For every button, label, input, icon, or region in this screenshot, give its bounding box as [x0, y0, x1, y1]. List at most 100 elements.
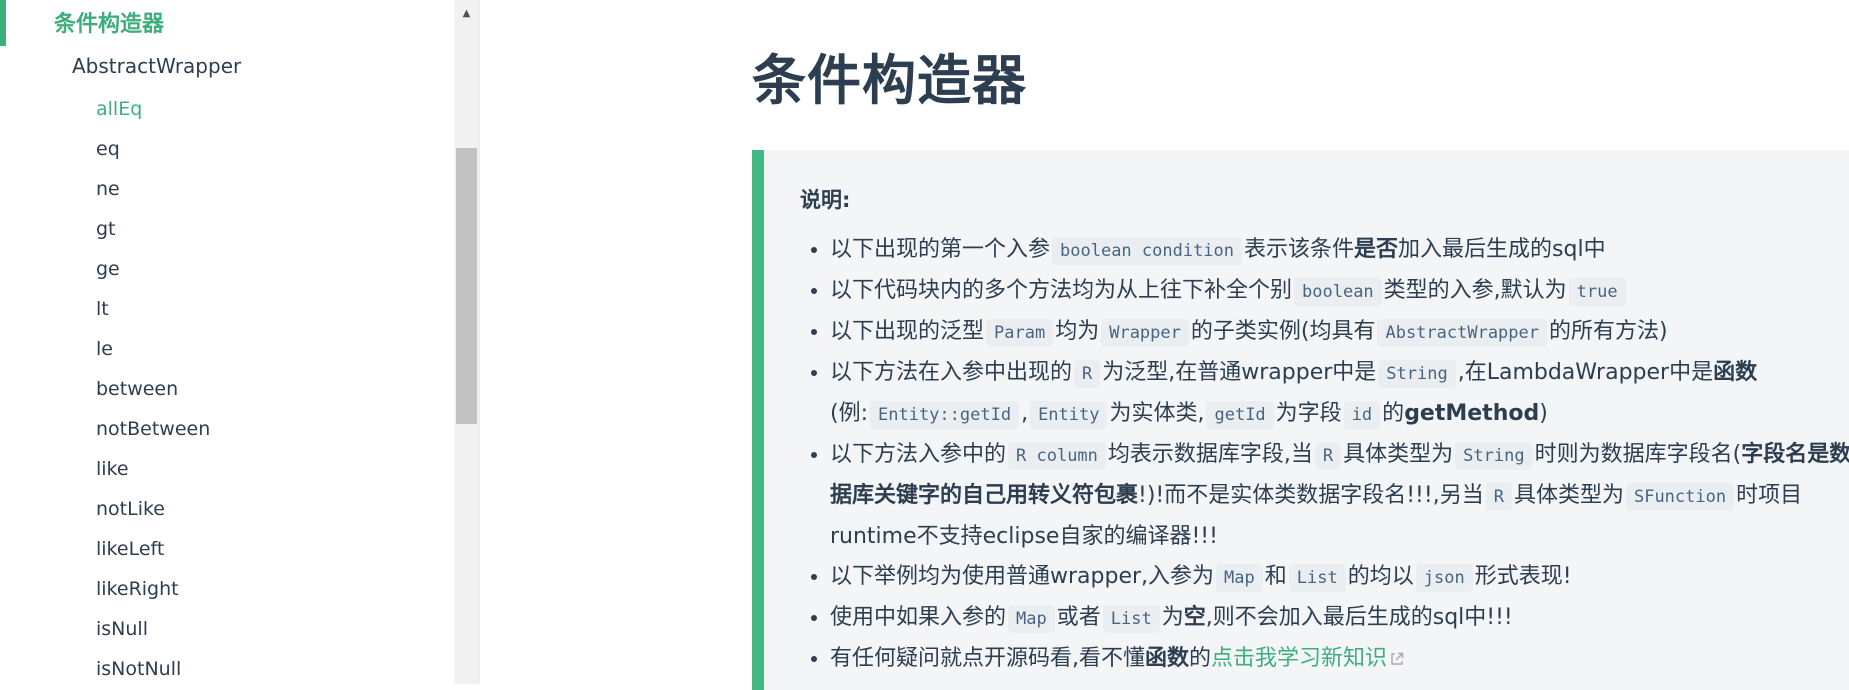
- text: 类型的入参,默认为: [1383, 278, 1567, 303]
- text: ,: [1021, 401, 1029, 426]
- page-title: 条件构造器: [752, 49, 1027, 112]
- list-item: 以下举例均为使用普通wrapper,入参为Map和List的均以json形式表现…: [830, 557, 1849, 598]
- strong-text: 空: [1183, 605, 1206, 630]
- sidebar-item-alleq[interactable]: allEq: [96, 92, 210, 132]
- text: 以下代码块内的多个方法均为从上往下补全个别: [830, 278, 1293, 303]
- list-item: 使用中如果入参的Map或者List为空,则不会加入最后生成的sql中!!!: [830, 598, 1849, 639]
- text: !)!而不是实体类数据字段名!!!,另当: [1138, 483, 1484, 508]
- tip-block: 说明: 以下出现的第一个入参boolean condition表示该条件是否加入…: [752, 150, 1849, 690]
- strong-text: 函数: [1145, 646, 1190, 671]
- list-item: 以下方法入参中的R column均表示数据库字段,当R具体类型为String时则…: [830, 435, 1849, 557]
- text: 表示该条件: [1244, 237, 1355, 262]
- tip-heading: 说明:: [800, 188, 851, 212]
- inline-code: Wrapper: [1101, 319, 1189, 347]
- text: 以下方法入参中的: [830, 442, 1007, 467]
- text: 具体类型为: [1343, 442, 1454, 467]
- text: 为: [1161, 605, 1184, 630]
- text: 均为: [1055, 319, 1100, 344]
- text: 以下举例均为使用普通wrapper,入参为: [830, 564, 1215, 589]
- scroll-up-button[interactable]: ▲: [454, 0, 479, 26]
- inline-code: String: [1378, 360, 1456, 388]
- text: 的子类实例(均具有: [1190, 319, 1376, 344]
- list-item: 以下方法在入参中出现的R为泛型,在普通wrapper中是String,在Lamb…: [830, 353, 1849, 435]
- inline-code: boolean condition: [1052, 237, 1243, 265]
- sidebar-item-ge[interactable]: ge: [96, 252, 210, 292]
- sidebar-item-isnotnull[interactable]: isNotNull: [96, 652, 210, 684]
- triangle-up-icon: ▲: [462, 7, 471, 19]
- text: 的: [1189, 646, 1212, 671]
- sidebar-item-isnull[interactable]: isNull: [96, 612, 210, 652]
- text: ,则不会加入最后生成的sql中!!!: [1205, 605, 1513, 630]
- inline-code: List: [1288, 564, 1346, 592]
- text: 以下方法在入参中出现的: [830, 360, 1073, 385]
- inline-code: Map: [1008, 605, 1055, 633]
- sidebar-item-notbetween[interactable]: notBetween: [96, 412, 210, 452]
- text: 均表示数据库字段,当: [1107, 442, 1313, 467]
- inline-code: Param: [986, 319, 1054, 347]
- sidebar: 条件构造器 AbstractWrapper allEq eq ne gt ge …: [0, 0, 454, 684]
- sidebar-item-le[interactable]: le: [96, 332, 210, 372]
- sidebar-item-notlike[interactable]: notLike: [96, 492, 210, 532]
- inline-code: R: [1314, 442, 1342, 470]
- inline-code: SFunction: [1625, 483, 1735, 511]
- text: 形式表现!: [1474, 564, 1572, 589]
- main-content: 条件构造器 说明: 以下出现的第一个入参boolean condition表示该…: [480, 0, 1849, 690]
- list-item: 以下代码块内的多个方法均为从上往下补全个别boolean类型的入参,默认为tru…: [830, 271, 1849, 312]
- text: (例:: [830, 401, 868, 426]
- inline-code: boolean: [1294, 278, 1382, 306]
- text: 为泛型,在普通wrapper中是: [1102, 360, 1377, 385]
- sidebar-item-lt[interactable]: lt: [96, 292, 210, 332]
- strong-text: 函数: [1713, 360, 1758, 385]
- inline-code: R: [1074, 360, 1101, 388]
- active-indicator: [0, 0, 6, 46]
- text: 为字段: [1275, 401, 1342, 426]
- sidebar-item-eq[interactable]: eq: [96, 132, 210, 172]
- sidebar-scrollbar[interactable]: ▲: [454, 0, 479, 684]
- sidebar-item-likeleft[interactable]: likeLeft: [96, 532, 210, 572]
- text: 的: [1382, 401, 1405, 426]
- inline-code: json: [1415, 564, 1473, 592]
- text: 使用中如果入参的: [830, 605, 1007, 630]
- text: 具体类型为: [1513, 483, 1624, 508]
- external-link-icon: [1391, 652, 1404, 665]
- text: 加入最后生成的sql中: [1398, 237, 1606, 262]
- text: 有任何疑问就点开源码看,看不懂: [830, 646, 1145, 671]
- sidebar-item-between[interactable]: between: [96, 372, 210, 412]
- text: 为实体类,: [1109, 401, 1205, 426]
- inline-code: getId: [1206, 401, 1274, 429]
- inline-code: R: [1485, 483, 1512, 511]
- tip-list: 以下出现的第一个入参boolean condition表示该条件是否加入最后生成…: [800, 230, 1849, 679]
- sidebar-item-gt[interactable]: gt: [96, 212, 210, 252]
- list-item: 以下出现的第一个入参boolean condition表示该条件是否加入最后生成…: [830, 230, 1849, 271]
- text: 和: [1264, 564, 1287, 589]
- text: 时则为数据库字段名(: [1534, 442, 1742, 467]
- inline-code: List: [1102, 605, 1160, 633]
- sidebar-item-likeright[interactable]: likeRight: [96, 572, 210, 612]
- inline-code: R column: [1008, 442, 1106, 470]
- strong-text: getMethod: [1404, 401, 1540, 426]
- list-item: 有任何疑问就点开源码看,看不懂函数的点击我学习新知识: [830, 639, 1849, 679]
- link-text: 点击我学习新知识: [1211, 646, 1388, 671]
- inline-code: Map: [1216, 564, 1263, 592]
- inline-code: Entity::getId: [870, 401, 1020, 429]
- sidebar-item-ne[interactable]: ne: [96, 172, 210, 212]
- learn-more-link[interactable]: 点击我学习新知识: [1211, 646, 1404, 671]
- scroll-thumb[interactable]: [456, 148, 477, 424]
- text: ): [1539, 401, 1548, 426]
- text: 以下出现的泛型: [830, 319, 985, 344]
- sidebar-section-title[interactable]: 条件构造器: [54, 6, 164, 38]
- list-item: 以下出现的泛型Param均为Wrapper的子类实例(均具有AbstractWr…: [830, 312, 1849, 353]
- sidebar-group-abstractwrapper[interactable]: AbstractWrapper: [72, 54, 241, 78]
- text: 或者: [1056, 605, 1101, 630]
- sidebar-list: allEq eq ne gt ge lt le between notBetwe…: [96, 92, 210, 684]
- sidebar-item-like[interactable]: like: [96, 452, 210, 492]
- inline-code: String: [1455, 442, 1533, 470]
- text: 的所有方法): [1549, 319, 1668, 344]
- inline-code: true: [1568, 278, 1626, 306]
- inline-code: AbstractWrapper: [1377, 319, 1547, 347]
- text: 的均以: [1347, 564, 1414, 589]
- text: 以下出现的第一个入参: [830, 237, 1051, 262]
- inline-code: id: [1343, 401, 1381, 429]
- text: ,在LambdaWrapper中是: [1457, 360, 1714, 385]
- strong-text: 是否: [1354, 237, 1399, 262]
